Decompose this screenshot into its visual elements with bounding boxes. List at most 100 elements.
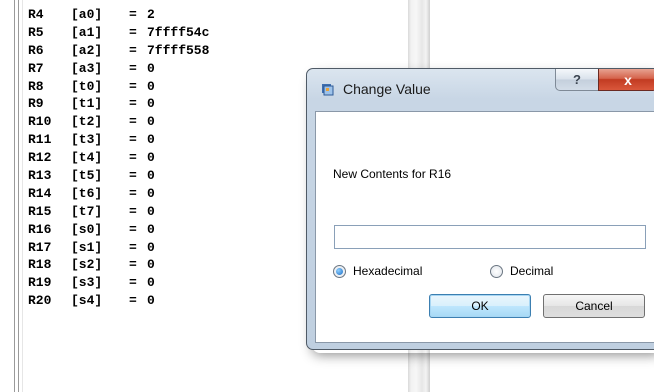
register-row[interactable]: R9 [t1] = 0 <box>28 95 209 113</box>
register-alias: [t1] <box>71 96 103 112</box>
register-value: 0 <box>147 185 155 201</box>
register-value: 0 <box>147 203 155 219</box>
register-name: R7 <box>28 60 44 76</box>
register-name: R15 <box>28 203 52 219</box>
radio-decimal[interactable]: Decimal <box>490 264 553 278</box>
register-alias: [s0] <box>71 221 103 237</box>
register-alias: [s1] <box>71 239 103 255</box>
register-value: 0 <box>147 78 155 94</box>
new-value-input[interactable] <box>334 225 646 249</box>
register-row[interactable]: R5 [a1] = 7ffff54c <box>28 24 209 42</box>
register-row[interactable]: R7 [a3] = 0 <box>28 60 209 78</box>
register-row[interactable]: R15 [t7] = 0 <box>28 203 209 221</box>
register-name: R13 <box>28 168 52 184</box>
register-alias: [t5] <box>71 168 103 184</box>
equals-sign: = <box>129 168 137 184</box>
equals-sign: = <box>129 221 137 237</box>
new-contents-label: New Contents for R16 <box>333 167 452 181</box>
register-row[interactable]: R13 [t5] = 0 <box>28 167 209 185</box>
radio-decimal-label: Decimal <box>510 264 554 278</box>
equals-sign: = <box>129 150 137 166</box>
register-row[interactable]: R17 [s1] = 0 <box>28 239 209 257</box>
register-value: 7ffff558 <box>147 42 210 58</box>
app-icon <box>322 84 334 96</box>
register-alias: [s2] <box>71 257 103 273</box>
register-name: R4 <box>28 7 44 22</box>
equals-sign: = <box>129 257 137 273</box>
register-row[interactable]: R8 [t0] = 0 <box>28 78 209 96</box>
register-value: 0 <box>147 114 155 130</box>
help-button[interactable]: ? <box>555 69 599 91</box>
register-name: R12 <box>28 150 52 166</box>
register-row[interactable]: R20 [s4] = 0 <box>28 292 209 310</box>
dialog-titlebar[interactable]: Change Value ? x <box>307 69 654 109</box>
register-name: R16 <box>28 221 52 237</box>
register-alias: [t4] <box>71 150 103 166</box>
radio-unchecked-icon[interactable] <box>490 264 503 278</box>
equals-sign: = <box>129 132 137 148</box>
register-name: R9 <box>28 96 44 112</box>
register-value: 0 <box>147 221 155 237</box>
equals-sign: = <box>129 42 137 58</box>
radio-hexadecimal-label: Hexadecimal <box>353 264 423 278</box>
register-row[interactable]: R18 [s2] = 0 <box>28 256 209 274</box>
equals-sign: = <box>129 78 137 94</box>
register-alias: [a0] <box>71 7 103 22</box>
equals-sign: = <box>129 239 137 255</box>
register-name: R8 <box>28 78 44 94</box>
register-alias: [t6] <box>71 185 103 201</box>
cancel-button-label: Cancel <box>575 299 613 313</box>
register-name: R5 <box>28 24 44 40</box>
register-row[interactable]: R6 [a2] = 7ffff558 <box>28 42 209 60</box>
register-value: 0 <box>147 150 155 166</box>
register-name: R14 <box>28 185 52 201</box>
register-value: 0 <box>147 60 155 76</box>
register-name: R6 <box>28 42 44 58</box>
register-value: 0 <box>147 275 155 291</box>
register-value: 2 <box>147 7 155 22</box>
register-value: 0 <box>147 168 155 184</box>
equals-sign: = <box>129 7 137 22</box>
register-alias: [t3] <box>71 132 103 148</box>
register-row[interactable]: R11 [t3] = 0 <box>28 131 209 149</box>
register-list: R4 [a0] = 2 R5 [a1] = 7ffff54c R6 [a2] = 7ffff558 R7… <box>28 6 209 310</box>
ok-button-label: OK <box>471 299 489 313</box>
equals-sign: = <box>129 203 137 219</box>
register-name: R17 <box>28 239 52 255</box>
register-row[interactable]: R10 [t2] = 0 <box>28 113 209 131</box>
register-alias: [t0] <box>71 78 103 94</box>
register-row[interactable]: R19 [s3] = 0 <box>28 274 209 292</box>
register-alias: [s4] <box>71 293 103 309</box>
equals-sign: = <box>129 24 137 40</box>
register-alias: [t2] <box>71 114 103 130</box>
equals-sign: = <box>129 60 137 76</box>
register-value: 0 <box>147 239 155 255</box>
register-value: 0 <box>147 96 155 112</box>
register-row[interactable]: R12 [t4] = 0 <box>28 149 209 167</box>
register-value: 7ffff54c <box>147 24 210 40</box>
register-name: R19 <box>28 275 52 291</box>
radio-checked-icon[interactable] <box>333 264 346 278</box>
equals-sign: = <box>129 275 137 291</box>
register-alias: [t7] <box>71 203 103 219</box>
register-value: 0 <box>147 132 155 148</box>
register-alias: [a2] <box>71 42 103 58</box>
dialog-body: New Contents for R16 Hexadecimal Decimal… <box>315 111 654 343</box>
ok-button[interactable]: OK <box>429 294 531 318</box>
register-alias: [a3] <box>71 60 103 76</box>
register-name: R11 <box>28 132 52 148</box>
register-row[interactable]: R14 [t6] = 0 <box>28 185 209 203</box>
help-icon: ? <box>573 72 581 87</box>
register-value: 0 <box>147 257 155 273</box>
register-alias: [a1] <box>71 24 103 40</box>
equals-sign: = <box>129 293 137 309</box>
register-row[interactable]: R16 [s0] = 0 <box>28 221 209 239</box>
register-row[interactable]: R4 [a0] = 2 <box>28 6 209 24</box>
dialog-title: Change Value <box>343 81 431 97</box>
gutter-line <box>22 0 23 392</box>
change-value-dialog: Change Value ? x New Contents for R16 He… <box>306 68 654 350</box>
radio-hexadecimal[interactable]: Hexadecimal <box>333 264 422 278</box>
cancel-button[interactable]: Cancel <box>543 294 645 318</box>
close-button[interactable]: x <box>598 69 654 91</box>
equals-sign: = <box>129 96 137 112</box>
